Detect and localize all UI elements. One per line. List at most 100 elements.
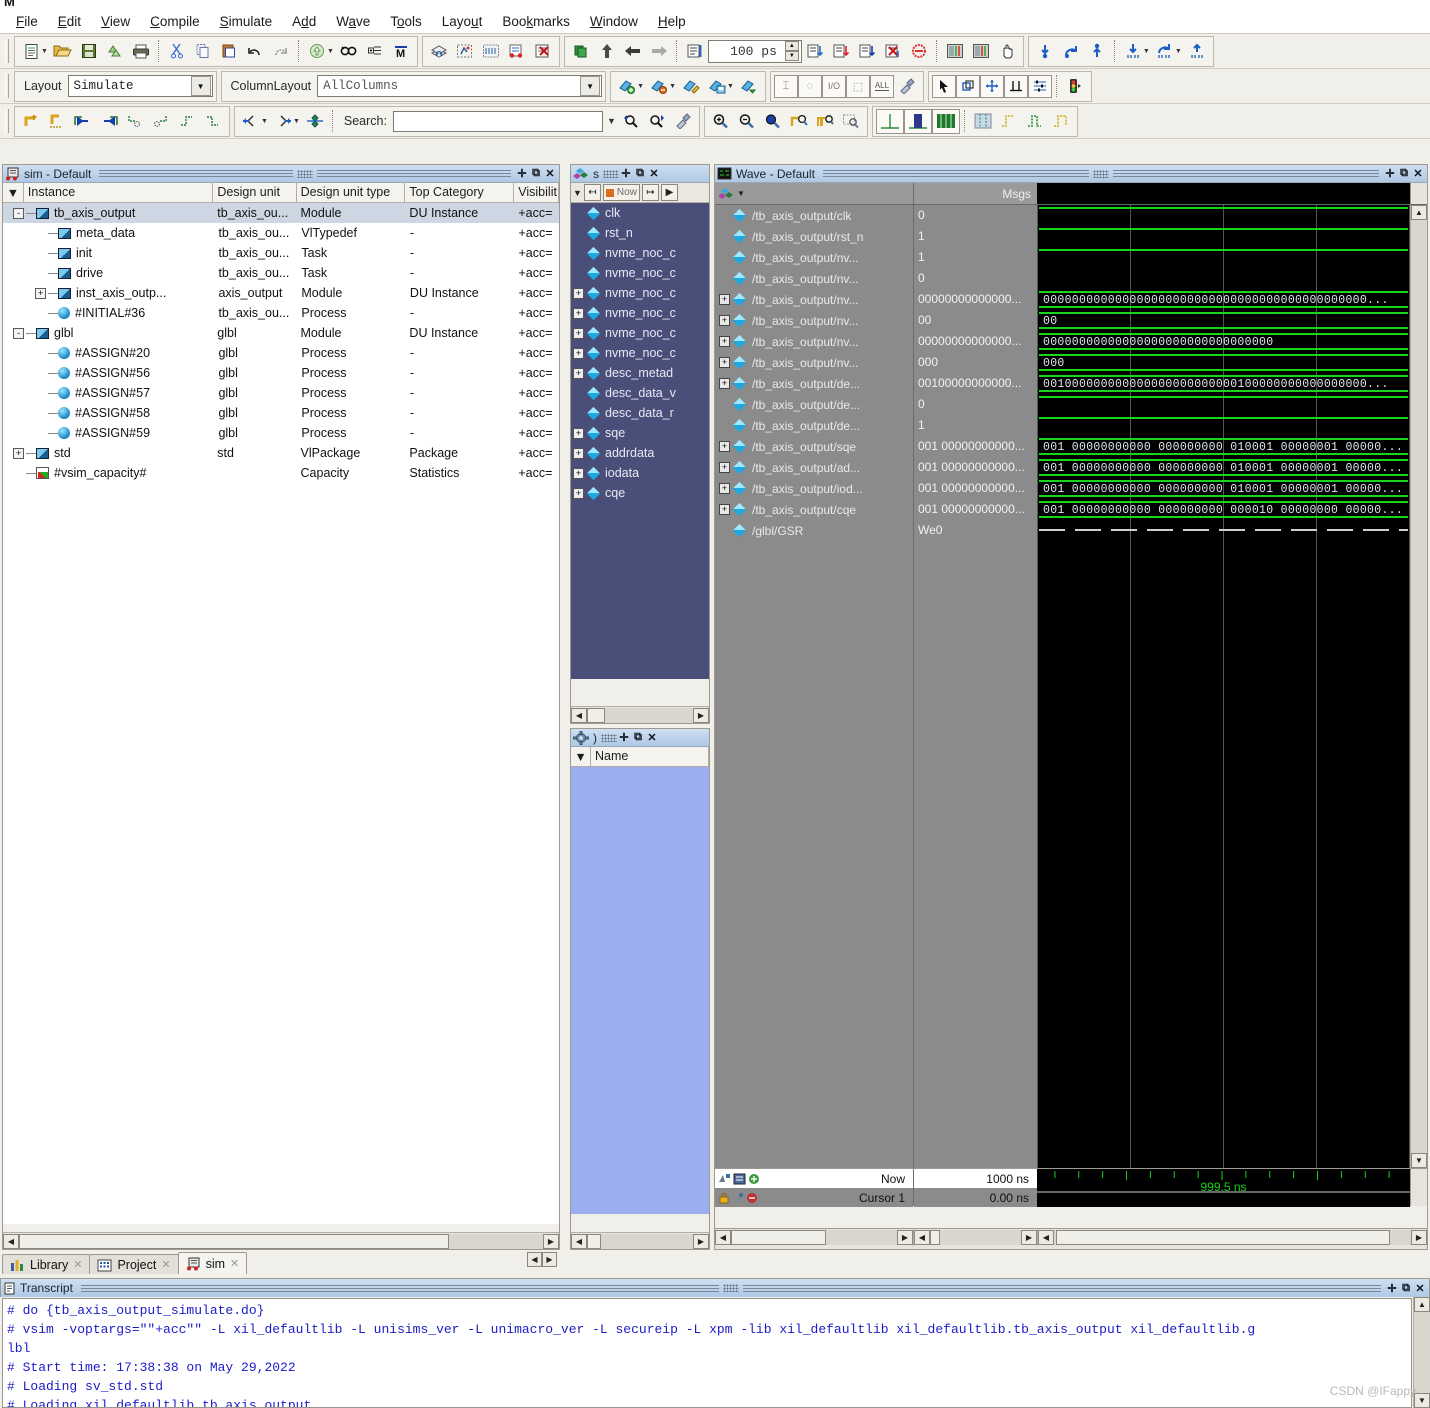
wave-signal-row[interactable]: /tb_axis_output/clk	[715, 205, 913, 226]
toggle-leaf-icon[interactable]: ◌	[797, 74, 822, 98]
zoom-in-icon[interactable]	[708, 109, 734, 134]
step-over-icon[interactable]	[1058, 39, 1084, 64]
list-item[interactable]: + desc_metad	[571, 363, 709, 383]
cut-icon[interactable]	[164, 39, 190, 64]
wave-signal-row[interactable]: + /tb_axis_output/nv...	[715, 310, 913, 331]
menu-item-wave[interactable]: Wave	[326, 12, 380, 31]
tree-toggle[interactable]: +	[719, 378, 730, 389]
search-options-icon[interactable]	[670, 109, 696, 134]
list-item[interactable]: + nvme_noc_c	[571, 283, 709, 303]
insert-cursor-icon[interactable]: ⌶	[773, 74, 798, 98]
select-mode-icon[interactable]	[955, 74, 980, 98]
prev-transition-icon[interactable]	[70, 109, 96, 134]
tree-toggle[interactable]: +	[573, 307, 584, 319]
close-icon[interactable]: ✕	[161, 1258, 170, 1271]
scroll-left-button[interactable]: ◀	[3, 1233, 19, 1249]
menu-item-add[interactable]: Add	[282, 12, 326, 31]
scroll-left-button[interactable]: ◀	[571, 1233, 587, 1249]
wave-signal-row[interactable]: /tb_axis_output/de...	[715, 415, 913, 436]
waveform-trace[interactable]: 000	[1037, 352, 1410, 373]
find-rising-icon[interactable]	[200, 109, 226, 134]
header-grip[interactable]	[601, 733, 617, 742]
breakpoint-icon[interactable]	[504, 39, 530, 64]
compile-all-icon[interactable]	[426, 39, 452, 64]
table-row[interactable]: init tb_axis_ou... Task - +acc=	[3, 243, 559, 263]
wave-dual-icon[interactable]	[903, 108, 932, 134]
list-item[interactable]: nvme_noc_c	[571, 243, 709, 263]
sim-horizontal-scrollbar[interactable]: ◀ ▶	[3, 1232, 559, 1249]
wave-signal-row[interactable]: /glbl/GSR	[715, 520, 913, 541]
paste-icon[interactable]	[216, 39, 242, 64]
list-item[interactable]: + nvme_noc_c	[571, 323, 709, 343]
scroll-thumb[interactable]	[930, 1230, 940, 1245]
close-icon[interactable]: ✕	[645, 731, 659, 745]
wave-signal-row[interactable]: /tb_axis_output/rst_n	[715, 226, 913, 247]
zoom-select-icon[interactable]	[838, 109, 864, 134]
waveform-trace[interactable]	[1037, 268, 1410, 289]
table-row[interactable]: meta_data tb_axis_ou... VlTypedef - +acc=	[3, 223, 559, 243]
column-menu-icon[interactable]: ▼	[571, 747, 591, 766]
waveform-trace[interactable]	[1037, 226, 1410, 247]
save-icon[interactable]	[76, 39, 102, 64]
tree-toggle[interactable]: +	[573, 287, 584, 299]
menu-item-compile[interactable]: Compile	[140, 12, 210, 31]
processes-list[interactable]	[571, 767, 709, 1214]
scroll-thumb[interactable]	[731, 1230, 826, 1245]
find-next-icon[interactable]	[148, 109, 174, 134]
hand-icon[interactable]	[994, 39, 1020, 64]
scroll-track[interactable]	[1054, 1230, 1411, 1245]
objects-horizontal-scrollbar[interactable]: ◀ ▶	[571, 706, 709, 723]
filter-icon[interactable]: ▼	[573, 188, 582, 198]
waveform-trace[interactable]: 00000000000000000000000000000000	[1037, 331, 1410, 352]
table-row[interactable]: #ASSIGN#59 glbl Process - +acc=	[3, 423, 559, 443]
run-length-value[interactable]: 100 ps	[709, 44, 785, 59]
simulate-opt-icon[interactable]	[478, 39, 504, 64]
menu-item-file[interactable]: File	[6, 12, 48, 31]
compile-icon[interactable]	[304, 39, 330, 64]
menu-item-help[interactable]: Help	[648, 12, 696, 31]
list-item[interactable]: + addrdata	[571, 443, 709, 463]
select-region-icon[interactable]: ⬚	[845, 74, 870, 98]
layout-combo[interactable]: Simulate ▼	[67, 75, 213, 97]
sim-column-header-4[interactable]: Visibilit	[514, 183, 559, 202]
toolbar-grip[interactable]	[5, 74, 9, 98]
step-icon[interactable]	[854, 39, 880, 64]
waveform-trace[interactable]	[1037, 247, 1410, 268]
both-icon[interactable]	[1048, 109, 1074, 134]
tree-toggle[interactable]: +	[719, 336, 730, 347]
cursor-list-icon[interactable]	[733, 1173, 746, 1185]
clear-bookmark-icon[interactable]	[44, 109, 70, 134]
maximize-icon[interactable]: ⧉	[1397, 167, 1411, 181]
tab-scroll-buttons[interactable]: ◀ ▶	[527, 1252, 559, 1272]
zoom-range-icon[interactable]	[812, 109, 838, 134]
header-grip[interactable]	[297, 169, 314, 178]
waveform-trace[interactable]	[1037, 205, 1410, 226]
wave-signal-row[interactable]: + /tb_axis_output/ad...	[715, 457, 913, 478]
tree-toggle[interactable]: +	[573, 427, 584, 439]
step-back-icon[interactable]	[620, 39, 646, 64]
waveform-trace[interactable]: 001 00000000000 000000000 010001 0000000…	[1037, 478, 1410, 499]
tree-toggle[interactable]: +	[719, 504, 730, 515]
run-icon[interactable]	[682, 39, 708, 64]
table-row[interactable]: #ASSIGN#20 glbl Process - +acc=	[3, 343, 559, 363]
close-icon[interactable]: ✕	[230, 1257, 239, 1270]
waveform-trace[interactable]	[1037, 415, 1410, 436]
remove-wave-icon[interactable]	[646, 74, 672, 99]
more-icon[interactable]: ▶	[660, 184, 678, 201]
menu-item-layout[interactable]: Layout	[432, 12, 493, 31]
waveform-trace[interactable]: 001 00000000000 000000000 000010 0000000…	[1037, 499, 1410, 520]
wave-single-icon[interactable]	[875, 108, 904, 134]
scroll-down-button[interactable]: ▼	[1411, 1153, 1427, 1168]
column-menu-icon[interactable]: ▼	[3, 183, 24, 202]
maximize-icon[interactable]: ⧉	[529, 167, 543, 181]
wave-signal-row[interactable]: + /tb_axis_output/nv...	[715, 352, 913, 373]
wave-values-hscroll[interactable]: ◀ ▶	[913, 1229, 1037, 1246]
find-icon[interactable]	[336, 39, 362, 64]
simulate-icon[interactable]	[452, 39, 478, 64]
scroll-track[interactable]	[19, 1233, 543, 1249]
scroll-left-button[interactable]: ◀	[914, 1230, 930, 1245]
close-icon[interactable]: ✕	[1413, 1281, 1427, 1295]
run-length-arrows[interactable]: ▲ ▼	[784, 41, 799, 61]
clean-icon[interactable]	[894, 74, 920, 99]
scroll-track[interactable]	[587, 1233, 693, 1249]
